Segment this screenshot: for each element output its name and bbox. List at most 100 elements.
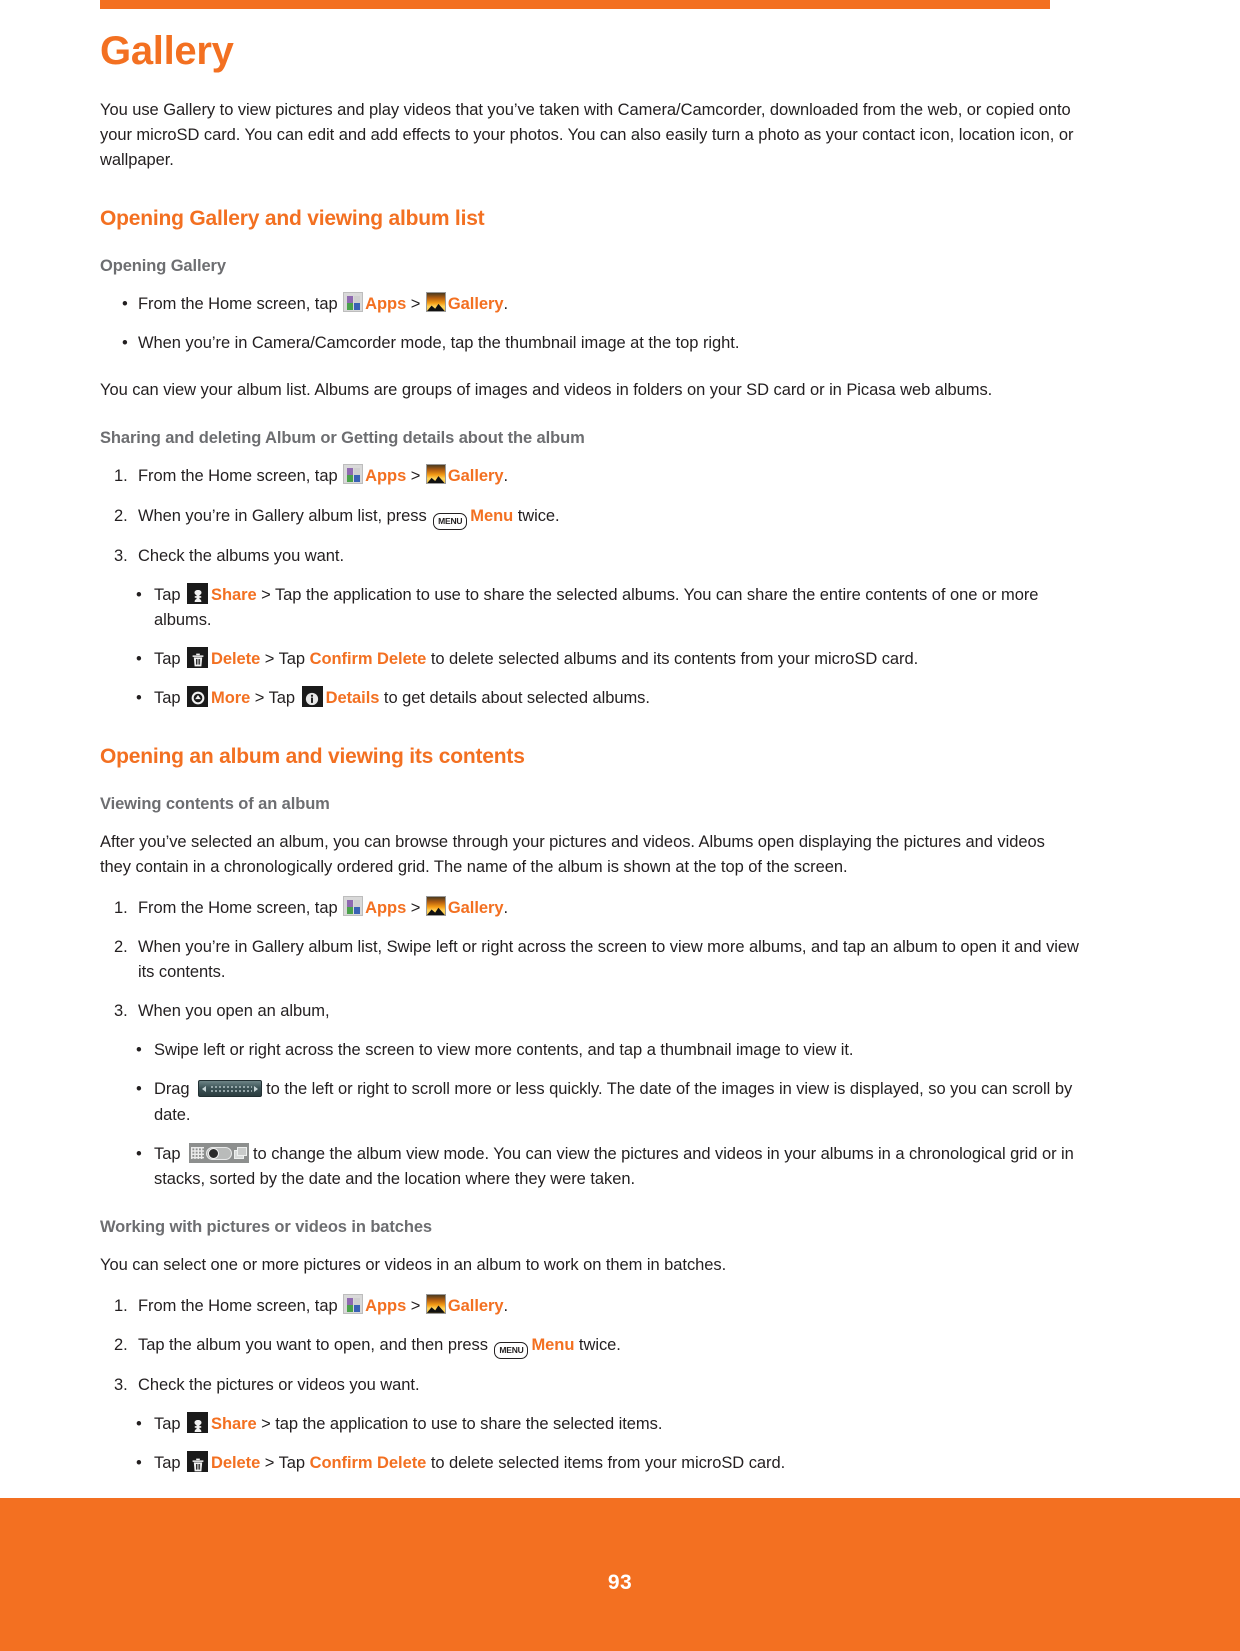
step-number: 2. [114, 938, 128, 957]
step-text: Tap [154, 1454, 181, 1473]
page-number: 93 [607, 1571, 633, 1594]
step-number: 3. [114, 1375, 128, 1394]
list-item: • Tap Delete > Tap Confirm Delete to del… [100, 1451, 1080, 1476]
bullet-marker: • [136, 1041, 142, 1060]
step-text: Tap [154, 585, 181, 604]
more-icon [187, 685, 208, 707]
step-text: Swipe left or right across the screen to… [154, 1041, 854, 1060]
period: . [503, 1296, 509, 1315]
list-item: • Tap Delete > Tap Confirm Delete to del… [100, 646, 1080, 672]
gallery-photo-icon [425, 1293, 446, 1314]
bullet-marker: • [122, 334, 128, 353]
gallery-label: Gallery [447, 295, 504, 314]
page-content: Gallery You use Gallery to view pictures… [100, 30, 1080, 1490]
gallery-photo-icon [425, 292, 446, 313]
list-item: 2. When you’re in Gallery album list, Sw… [100, 935, 1080, 985]
trash-icon [187, 1451, 208, 1473]
step-text: Tap [154, 1144, 181, 1163]
apps-grid-icon [343, 464, 364, 485]
intro-paragraph: You use Gallery to view pictures and pla… [100, 101, 1074, 170]
info-icon [301, 685, 323, 707]
step-text: When you’re in Camera/Camcorder mode, ta… [138, 334, 740, 353]
step-number: 1. [114, 1296, 128, 1315]
batches-paragraph: You can select one or more pictures or v… [100, 1255, 727, 1274]
gallery-label: Gallery [447, 467, 504, 486]
bullet-marker: • [136, 1144, 142, 1163]
page-title: Gallery [100, 29, 234, 73]
period: . [503, 295, 509, 314]
list-item: 3. Check the albums you want. [100, 544, 1080, 569]
step-text: Tap [154, 688, 181, 707]
subsection-heading-opening-gallery: Opening Gallery [100, 257, 226, 276]
step-text-tail: twice. [578, 1335, 621, 1354]
step-number: 1. [114, 467, 128, 486]
step-text: Tap [154, 649, 181, 668]
step-text: Tap the album you want to open, and then… [138, 1335, 488, 1354]
step-text: From the Home screen, tap [138, 899, 338, 918]
subsection-heading-viewing-contents: Viewing contents of an album [100, 794, 330, 813]
list-item: • Swipe left or right across the screen … [100, 1038, 1080, 1063]
step-text-tail: twice. [517, 506, 560, 525]
separator: > [410, 467, 421, 486]
step-text-tail: to get details about selected albums. [383, 688, 650, 707]
list-item: • Tap More > Tap Details to get details … [100, 685, 1080, 711]
list-item: • Tap Share > Tap the application to use… [100, 582, 1080, 633]
separator: > [410, 899, 421, 918]
gallery-label: Gallery [447, 899, 504, 918]
apps-label: Apps [365, 899, 407, 918]
bullet-marker: • [136, 1415, 142, 1434]
view-mode-toggle-icon [189, 1142, 249, 1163]
apps-grid-icon [343, 1293, 364, 1314]
delete-label: Delete [211, 649, 261, 668]
step-text-tail: > Tap the application to use to share th… [154, 585, 1039, 629]
apps-grid-icon [343, 292, 364, 313]
step-number: 3. [114, 1002, 128, 1021]
drag-scrub-handle-icon [198, 1080, 263, 1098]
step-text: From the Home screen, tap [138, 467, 338, 486]
subsection-heading-batches: Working with pictures or videos in batch… [100, 1217, 432, 1236]
list-item: 2. When you’re in Gallery album list, pr… [100, 504, 1080, 530]
apps-label: Apps [365, 467, 407, 486]
manual-page: Gallery You use Gallery to view pictures… [0, 0, 1240, 1651]
bullet-marker: • [136, 649, 142, 668]
period: . [503, 899, 509, 918]
list-item: 1. From the Home screen, tap Apps > Gall… [100, 896, 1080, 921]
list-item: 3. When you open an album, [100, 999, 1080, 1024]
step-number: 1. [114, 899, 128, 918]
step-text: When you’re in Gallery album list, Swipe… [138, 938, 1079, 982]
step-text: When you open an album, [138, 1002, 330, 1021]
step-text: From the Home screen, tap [138, 1296, 338, 1315]
list-item: 1. From the Home screen, tap Apps > Gall… [100, 1293, 1080, 1319]
gallery-photo-icon [425, 896, 446, 917]
step-text: Tap [154, 1415, 181, 1434]
step-number: 2. [114, 1335, 128, 1354]
bullet-marker: • [136, 585, 142, 604]
section-heading-opening-album: Opening an album and viewing its content… [100, 744, 525, 768]
list-item: • Drag to the left or right to scroll mo… [100, 1077, 1080, 1127]
list-item: • Tap to change the album view mode. You… [100, 1142, 1080, 1192]
more-label: More [211, 688, 251, 707]
list-item: • When you’re in Camera/Camcorder mode, … [100, 331, 1080, 356]
apps-label: Apps [365, 1296, 407, 1315]
confirm-delete-label: Confirm Delete [309, 649, 427, 668]
apps-grid-icon [343, 896, 364, 917]
apps-label: Apps [365, 295, 407, 314]
separator: > [410, 295, 421, 314]
list-item: • Tap Share > tap the application to use… [100, 1412, 1080, 1437]
bullet-marker: • [136, 1080, 142, 1099]
step-number: 3. [114, 546, 128, 565]
step-number: 2. [114, 506, 128, 525]
gallery-photo-icon [425, 464, 446, 485]
trash-icon [187, 646, 208, 668]
list-item: • From the Home screen, tap Apps > Galle… [100, 292, 1080, 317]
details-label: Details [325, 688, 380, 707]
confirm-delete-label: Confirm Delete [309, 1454, 427, 1473]
delete-label: Delete [211, 1454, 261, 1473]
list-item: 2. Tap the album you want to open, and t… [100, 1333, 1080, 1359]
bullet-marker: • [136, 688, 142, 707]
list-item: 3. Check the pictures or videos you want… [100, 1373, 1080, 1398]
subsection-heading-sharing-deleting: Sharing and deleting Album or Getting de… [100, 429, 585, 448]
step-text: Drag [154, 1080, 190, 1099]
share-label: Share [211, 1415, 257, 1434]
step-text-mid: > Tap [264, 649, 306, 668]
